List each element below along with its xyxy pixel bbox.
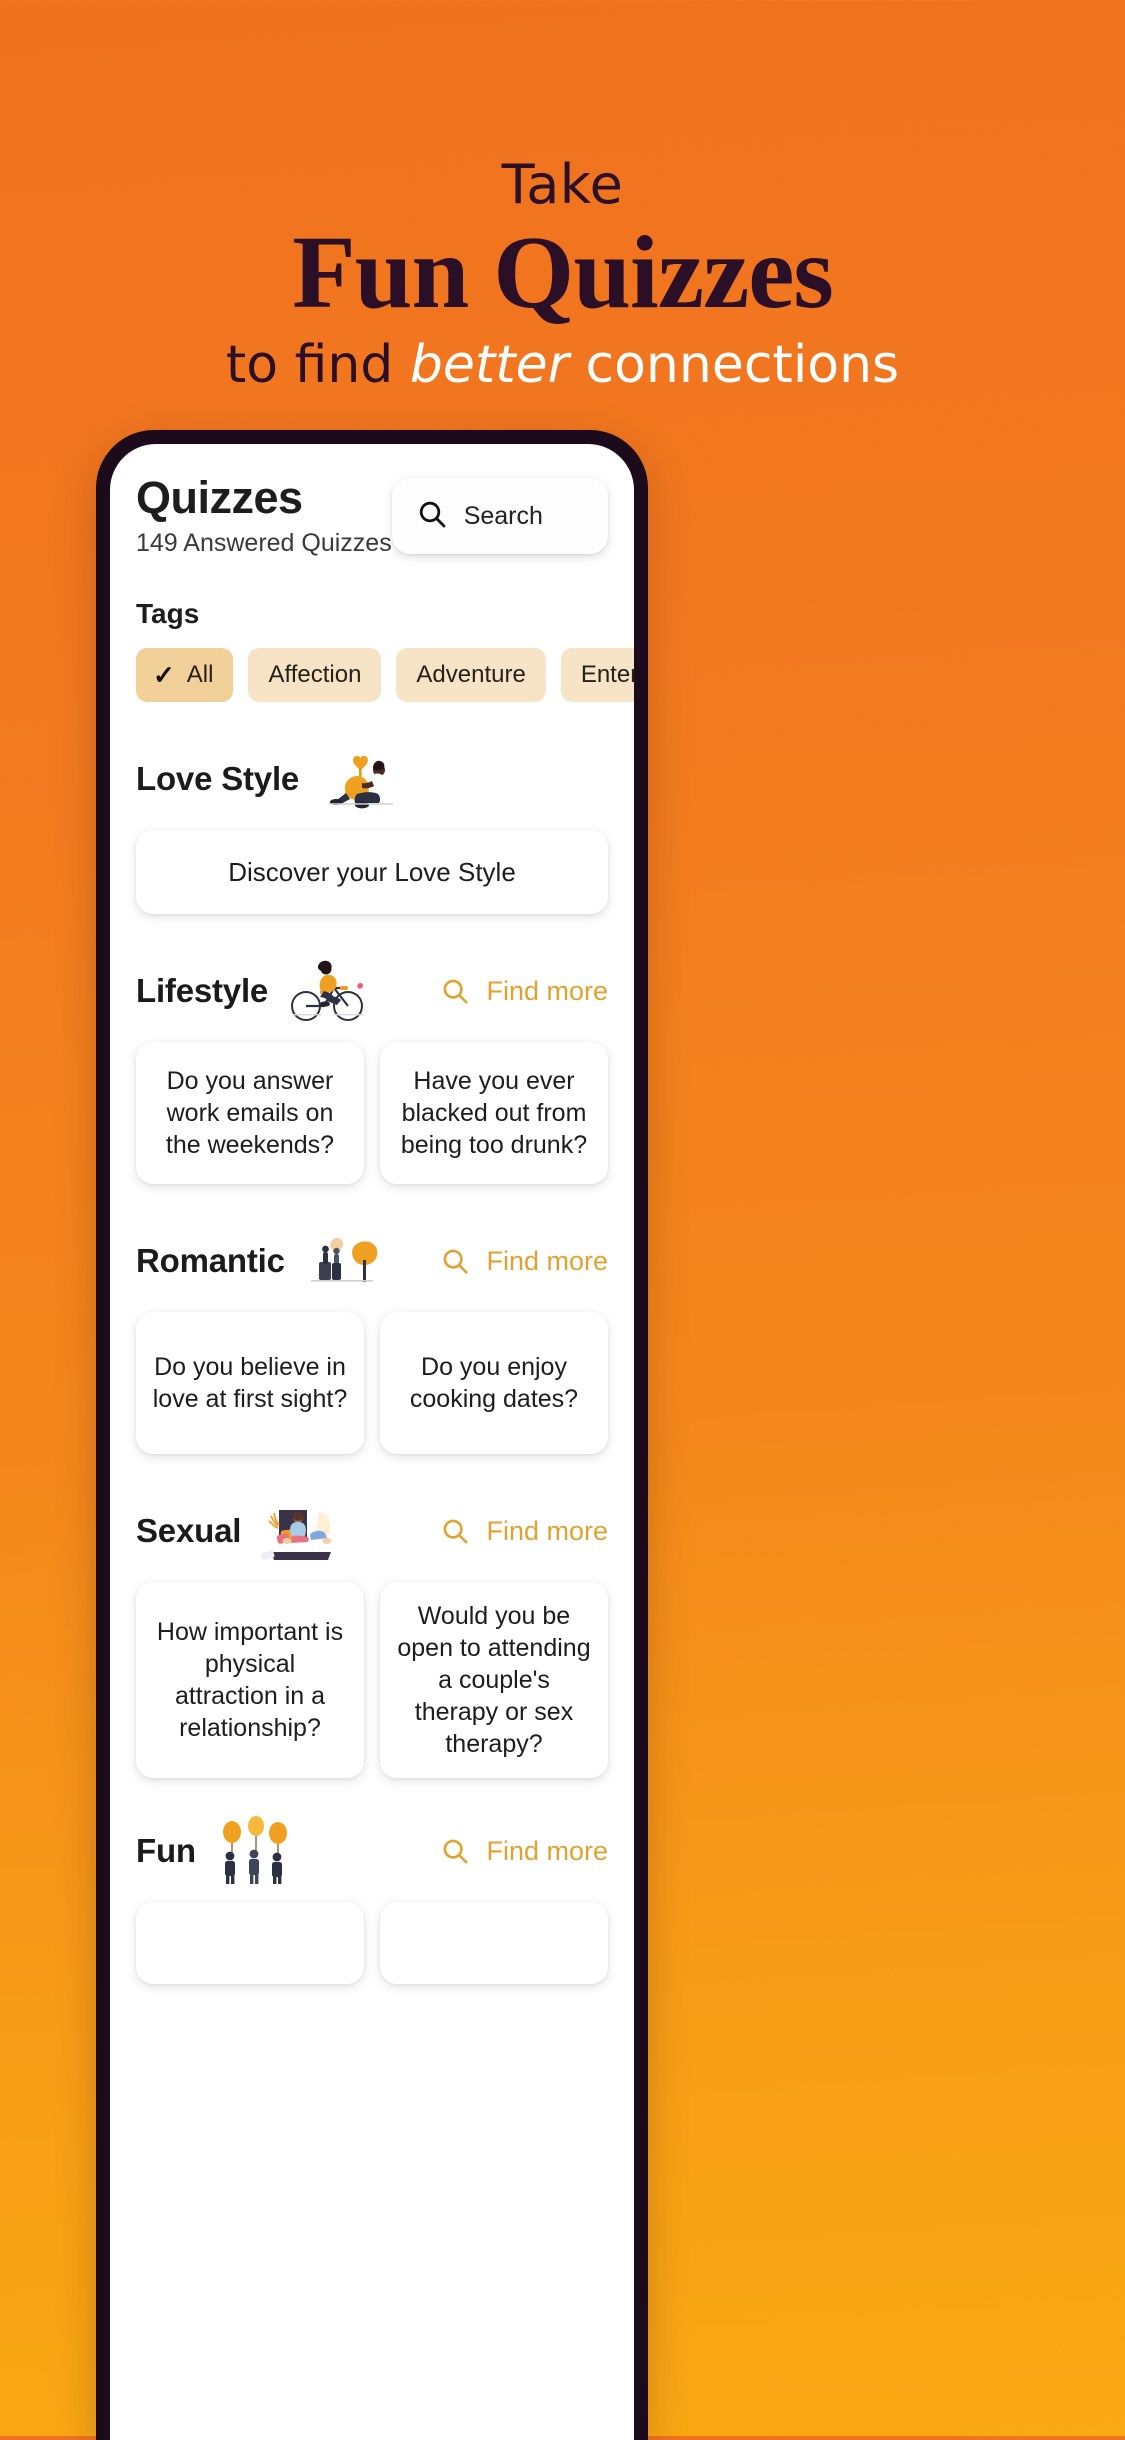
section-header: Fun Find more xyxy=(110,1816,634,1886)
section-title: Fun xyxy=(136,1832,196,1870)
section-header: Romantic Find more xyxy=(110,1228,634,1294)
phone-mockup: Quizzes 149 Answered Quizzes Search Tags… xyxy=(96,430,648,2440)
tag-label: Affection xyxy=(268,661,362,689)
love-style-banner[interactable]: Discover your Love Style xyxy=(136,830,608,915)
people-with-balloons-illustration xyxy=(212,1816,300,1886)
phone-screen: Quizzes 149 Answered Quizzes Search Tags… xyxy=(110,444,634,2440)
find-more-lifestyle[interactable]: Find more xyxy=(440,976,608,1007)
search-icon xyxy=(444,1839,469,1864)
section-love-style: Love Style Discover your Love Style xyxy=(110,746,634,915)
find-more-romantic[interactable]: Find more xyxy=(440,1246,608,1277)
quiz-card[interactable]: How important is physical attraction in … xyxy=(136,1582,364,1779)
find-more-label: Find more xyxy=(486,1245,608,1276)
section-header: Sexual Find more xyxy=(110,1498,634,1564)
section-title: Lifestyle xyxy=(136,972,269,1010)
find-more-sexual[interactable]: Find more xyxy=(440,1516,608,1547)
section-sexual: Sexual Find more How important is physic… xyxy=(110,1498,634,1779)
quizzes-app: Quizzes 149 Answered Quizzes Search Tags… xyxy=(110,444,634,2440)
woman-on-bicycle-illustration xyxy=(284,956,372,1026)
search-input[interactable]: Search xyxy=(391,478,608,554)
tag-label: All xyxy=(186,661,214,689)
hero-tagline-suffix: connections xyxy=(569,335,900,396)
quiz-card[interactable]: Do you answer work emails on the weekend… xyxy=(136,1042,364,1185)
quiz-card[interactable]: Do you believe in love at first sight? xyxy=(136,1312,364,1455)
section-romantic: Romantic Find more Do you believe in lov… xyxy=(110,1228,634,1455)
quiz-card-list: Do you answer work emails on the weekend… xyxy=(110,1042,634,1185)
quiz-card-list xyxy=(110,1902,634,1985)
tags-label: Tags xyxy=(136,598,200,630)
hero-banner: Take Fun Quizzes to find better connecti… xyxy=(0,0,1125,394)
hero-line-take: Take xyxy=(501,153,624,216)
answered-count: 149 Answered Quizzes xyxy=(136,529,392,558)
woman-with-hearts-illustration xyxy=(315,744,403,814)
find-more-fun[interactable]: Find more xyxy=(440,1836,608,1867)
page-title: Quizzes xyxy=(136,472,303,523)
find-more-label: Find more xyxy=(486,1835,608,1866)
section-title: Romantic xyxy=(136,1242,285,1280)
search-icon xyxy=(444,1519,469,1544)
app-header: Quizzes 149 Answered Quizzes Search xyxy=(110,472,634,558)
quiz-card[interactable]: Have you ever blacked out from being too… xyxy=(380,1042,608,1185)
search-icon xyxy=(444,1249,469,1274)
hero-tagline-prefix: to find xyxy=(225,335,410,396)
quiz-card-list: Do you believe in love at first sight? D… xyxy=(110,1312,634,1455)
section-fun: Fun Find more xyxy=(110,1816,634,1985)
hero-headline: Fun Quizzes xyxy=(292,215,834,330)
quiz-card-list: How important is physical attraction in … xyxy=(110,1582,634,1779)
search-placeholder: Search xyxy=(463,501,543,530)
quiz-card[interactable] xyxy=(136,1902,364,1985)
section-title: Sexual xyxy=(136,1512,242,1550)
quiz-card[interactable]: Would you be open to attending a couple'… xyxy=(380,1582,608,1779)
section-header: Lifestyle Find more xyxy=(110,958,634,1024)
tag-label: Entertainment xyxy=(580,661,634,689)
hero-tagline: to find better connections xyxy=(0,337,1125,394)
check-icon: ✓ xyxy=(153,660,175,691)
section-header: Love Style xyxy=(110,746,634,812)
quiz-card[interactable]: Do you enjoy cooking dates? xyxy=(380,1312,608,1455)
tag-chip-affection[interactable]: Affection xyxy=(248,648,382,703)
tag-label: Adventure xyxy=(416,661,526,689)
find-more-label: Find more xyxy=(486,975,608,1006)
quiz-card[interactable] xyxy=(380,1902,608,1985)
find-more-label: Find more xyxy=(486,1515,608,1546)
tags-row: ✓ All Affection Adventure Entertainment xyxy=(110,648,634,703)
hero-tagline-emphasis: better xyxy=(409,335,569,396)
search-icon xyxy=(416,498,448,535)
tag-chip-entertainment[interactable]: Entertainment xyxy=(560,648,634,703)
tag-chip-all[interactable]: ✓ All xyxy=(136,648,234,703)
section-title: Love Style xyxy=(136,760,300,798)
search-icon xyxy=(444,979,469,1004)
couple-under-tree-illustration xyxy=(301,1226,389,1296)
tag-chip-adventure[interactable]: Adventure xyxy=(396,648,546,703)
section-lifestyle: Lifestyle Find more Do you answer work e… xyxy=(110,958,634,1185)
title-block: Quizzes 149 Answered Quizzes xyxy=(136,472,392,558)
couple-in-bed-illustration xyxy=(257,1496,345,1566)
